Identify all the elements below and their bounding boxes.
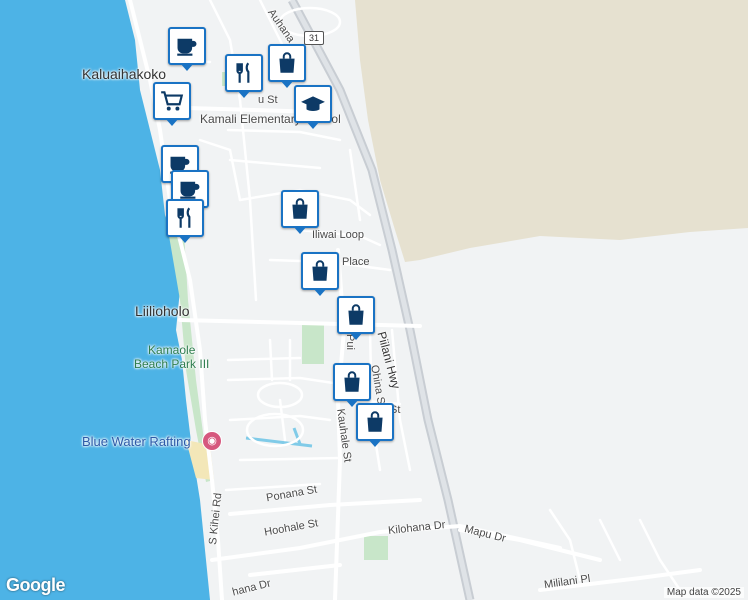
marker-shopping-cart[interactable] <box>153 82 191 126</box>
shopping-bag-icon <box>367 411 383 432</box>
road-label-place: Place <box>342 256 370 268</box>
route-31-shield: 31 <box>304 31 324 45</box>
marker-shopping-bag-3[interactable] <box>301 252 339 296</box>
place-label-liilioholo: Liilioholo <box>135 303 190 319</box>
poi-label-park[interactable]: Kamaole Beach Park III <box>134 343 209 371</box>
shopping-cart-icon <box>161 91 184 111</box>
marker-school[interactable] <box>294 85 332 129</box>
shopping-bag-icon <box>292 198 308 219</box>
poi-label-rafting[interactable]: Blue Water Rafting <box>82 434 191 449</box>
shopping-bag-icon <box>312 260 328 281</box>
map-attribution[interactable]: Map data ©2025 <box>663 587 744 598</box>
marker-shopping-bag-6[interactable] <box>356 403 394 447</box>
shopping-bag-icon <box>348 304 364 325</box>
place-label-kaluaihakoko: Kaluaihakoko <box>82 66 167 82</box>
marker-shopping-bag[interactable] <box>268 44 306 88</box>
marker-shopping-bag-4[interactable] <box>337 296 375 340</box>
road-label-u-st: u St <box>258 94 278 106</box>
road-label-iliwai: Iliwai Loop <box>312 229 364 241</box>
marker-shopping-bag-5[interactable] <box>333 363 371 407</box>
google-logo[interactable]: Google <box>6 575 66 596</box>
shopping-bag-icon <box>344 371 360 392</box>
marker-shopping-bag-2[interactable] <box>281 190 319 234</box>
upland-area <box>355 0 748 262</box>
park-area <box>302 324 324 364</box>
restaurant-icon <box>236 62 250 83</box>
shopping-bag-icon <box>279 52 295 73</box>
marker-restaurant[interactable] <box>225 54 263 98</box>
marker-restaurant-2[interactable] <box>166 199 204 243</box>
restaurant-icon <box>177 207 191 228</box>
school-icon <box>301 96 325 112</box>
coffee-icon <box>177 38 197 56</box>
camera-icon[interactable]: ◉ <box>202 431 222 451</box>
marker-coffee[interactable] <box>168 27 206 71</box>
